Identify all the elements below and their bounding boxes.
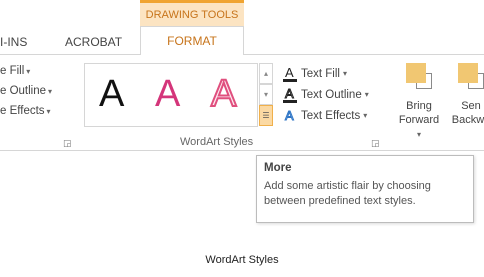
bring-forward-label: Bring Forward ▾ — [398, 100, 440, 139]
chevron-up-icon: ▴ — [263, 69, 268, 78]
tab-acrobat[interactable]: ACROBAT — [65, 35, 122, 49]
text-outline-button[interactable]: A Text Outline ▾ — [283, 84, 369, 105]
wordart-styles-launcher-icon[interactable]: ◲ — [371, 138, 380, 149]
text-effects-button[interactable]: A Text Effects ▾ — [283, 105, 369, 126]
gallery-more-button[interactable]: ☰ — [259, 105, 273, 126]
text-outline-label: Text Outline — [301, 88, 362, 101]
chevron-down-icon: ▾ — [26, 66, 31, 76]
ribbon-body: e Fill ▾ e Outline ▾ e Effects ▾ ◲ A A A… — [0, 54, 484, 151]
chevron-down-icon: ▾ — [363, 111, 368, 120]
text-effects-label: Text Effects — [301, 109, 361, 122]
gallery-scroll-up-button[interactable]: ▴ — [259, 63, 273, 84]
text-fill-button[interactable]: A Text Fill ▾ — [283, 63, 369, 84]
shape-styles-commands: e Fill ▾ e Outline ▾ e Effects ▾ — [0, 61, 52, 121]
shape-fill-button[interactable]: e Fill ▾ — [0, 61, 52, 81]
shape-outline-label: e Outline — [0, 85, 47, 97]
shape-outline-button[interactable]: e Outline ▾ — [0, 81, 52, 101]
bring-forward-icon — [406, 63, 432, 89]
chevron-down-icon: ▾ — [263, 90, 268, 99]
chevron-down-icon: ▾ — [46, 106, 51, 116]
tab-format[interactable]: FORMAT — [140, 26, 244, 55]
send-backward-icon — [458, 63, 484, 89]
wordart-style-pink[interactable]: A — [155, 72, 180, 116]
chevron-down-icon: ▾ — [48, 86, 53, 96]
bring-forward-button[interactable]: Bring Forward ▾ — [396, 63, 442, 142]
send-backward-button[interactable]: Sen Backwa — [446, 63, 484, 127]
gallery-scroll: ▴ ▾ ☰ — [259, 63, 273, 127]
tooltip-title: More — [264, 162, 292, 174]
figure-caption: WordArt Styles — [205, 254, 279, 266]
text-commands: A Text Fill ▾ A Text Outline ▾ A Text Ef… — [283, 63, 369, 126]
drawing-tools-label: DRAWING TOOLS — [145, 8, 239, 21]
ribbon-tab-row: I-INS ACROBAT FORMAT — [0, 26, 484, 55]
wordart-style-black[interactable]: A — [99, 72, 124, 116]
wordart-style-outline-pink[interactable]: A — [210, 72, 237, 116]
send-backward-label: Sen Backwa — [451, 100, 484, 126]
text-fill-label: Text Fill — [301, 67, 340, 80]
gallery-scroll-down-button[interactable]: ▾ — [259, 84, 273, 105]
tab-format-label: FORMAT — [167, 34, 217, 48]
text-fill-icon: A — [283, 65, 297, 82]
shape-fill-label: e Fill — [0, 65, 25, 77]
text-outline-icon: A — [283, 85, 297, 103]
shape-effects-label: e Effects — [0, 105, 45, 117]
tab-addins[interactable]: I-INS — [0, 35, 27, 49]
wordart-gallery: A A A — [84, 63, 258, 127]
chevron-down-icon: ▾ — [342, 69, 347, 78]
more-expand-icon: ☰ — [262, 111, 270, 120]
more-tooltip: More Add some artistic flair by choosing… — [256, 155, 474, 223]
wordart-styles-group-label: WordArt Styles — [180, 136, 254, 148]
tooltip-body: Add some artistic flair by choosing betw… — [264, 180, 431, 207]
shape-effects-button[interactable]: e Effects ▾ — [0, 101, 52, 121]
text-effects-icon: A — [285, 107, 295, 123]
chevron-down-icon: ▾ — [364, 90, 369, 99]
shape-styles-launcher-icon[interactable]: ◲ — [63, 138, 72, 149]
chevron-down-icon: ▾ — [416, 130, 421, 139]
drawing-tools-header: DRAWING TOOLS — [140, 0, 244, 26]
